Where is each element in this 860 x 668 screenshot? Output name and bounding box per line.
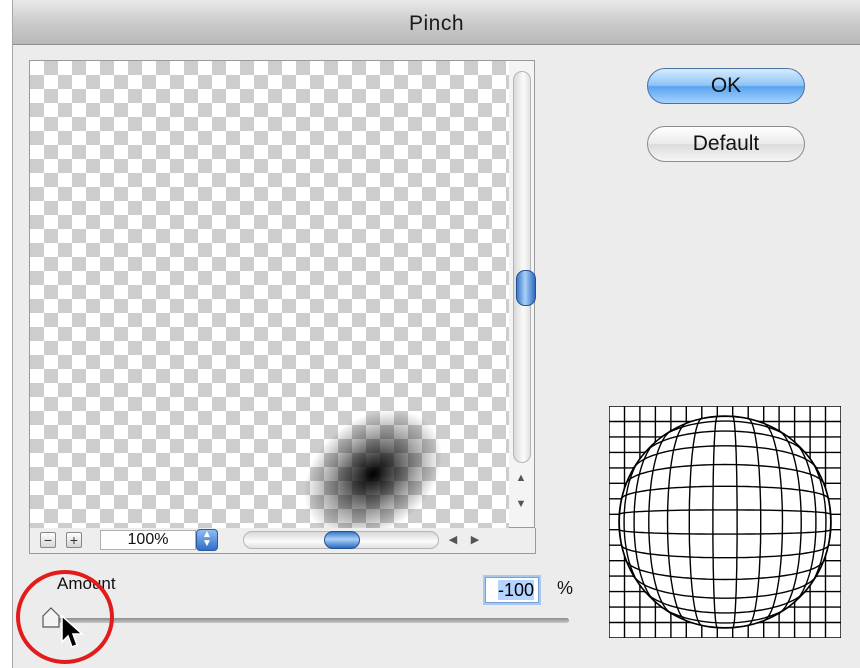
grid-line: [747, 406, 762, 638]
grid-line: [609, 430, 841, 454]
grid-line: [809, 406, 827, 638]
percent-unit: %: [557, 578, 574, 598]
arrow-right-icon[interactable]: ▶: [466, 531, 484, 549]
stepper-icon[interactable]: ▲ ▼: [196, 529, 218, 551]
amount-slider-track[interactable]: [51, 618, 569, 623]
title-bar[interactable]: Pinch: [13, 0, 860, 45]
ok-button[interactable]: OK: [647, 68, 805, 104]
amount-input[interactable]: -100: [485, 577, 539, 603]
grid-line: [609, 559, 841, 581]
window-title: Pinch: [408, 12, 465, 35]
grid-line: [609, 420, 841, 438]
pointer-cursor-icon: [61, 614, 84, 648]
grid-line: [609, 485, 841, 500]
grid-line: [609, 463, 841, 485]
zoom-out-button[interactable]: −: [40, 532, 56, 548]
vertical-scroll-track[interactable]: [513, 71, 536, 463]
horizontal-scroll-track[interactable]: [243, 531, 439, 549]
preview-image-content: [280, 384, 466, 529]
grid-line: [633, 406, 657, 638]
grid-line: [762, 406, 784, 638]
pinch-dialog: Pinch ▲ ▼ − + 100% ▲ ▼ ◀ ▶ OK Default Amo…: [12, 0, 860, 668]
arrow-down-icon[interactable]: ▼: [512, 495, 530, 513]
amount-value: -100: [497, 580, 534, 600]
grid-line: [666, 406, 688, 638]
grid-line: [793, 406, 817, 638]
grid-line: [609, 509, 841, 516]
horizontal-scroll-thumb[interactable]: [324, 531, 360, 549]
grid-line: [623, 406, 641, 638]
grid-line: [688, 406, 703, 638]
grid-line: [609, 606, 841, 624]
vertical-scroll-thumb[interactable]: [516, 270, 536, 306]
zoom-level-field[interactable]: 100%: [100, 530, 196, 550]
arrow-left-icon[interactable]: ◀: [444, 531, 462, 549]
grid-line: [609, 590, 841, 614]
vertical-scrollbar[interactable]: ▲ ▼: [509, 60, 536, 528]
filter-preview[interactable]: [29, 60, 511, 530]
grid-line: [609, 528, 841, 535]
grid-line: [712, 406, 719, 638]
arrow-up-icon[interactable]: ▲: [512, 469, 530, 487]
grid-line: [731, 406, 738, 638]
zoom-in-icon: +: [69, 532, 79, 548]
pinch-grid-preview: [609, 406, 841, 638]
preview-toolbar: − + 100% ▲ ▼ ◀ ▶: [29, 528, 536, 554]
zoom-in-button[interactable]: +: [66, 532, 82, 548]
grid-line: [609, 544, 841, 559]
default-button[interactable]: Default: [647, 126, 805, 162]
zoom-out-icon: −: [43, 532, 53, 548]
